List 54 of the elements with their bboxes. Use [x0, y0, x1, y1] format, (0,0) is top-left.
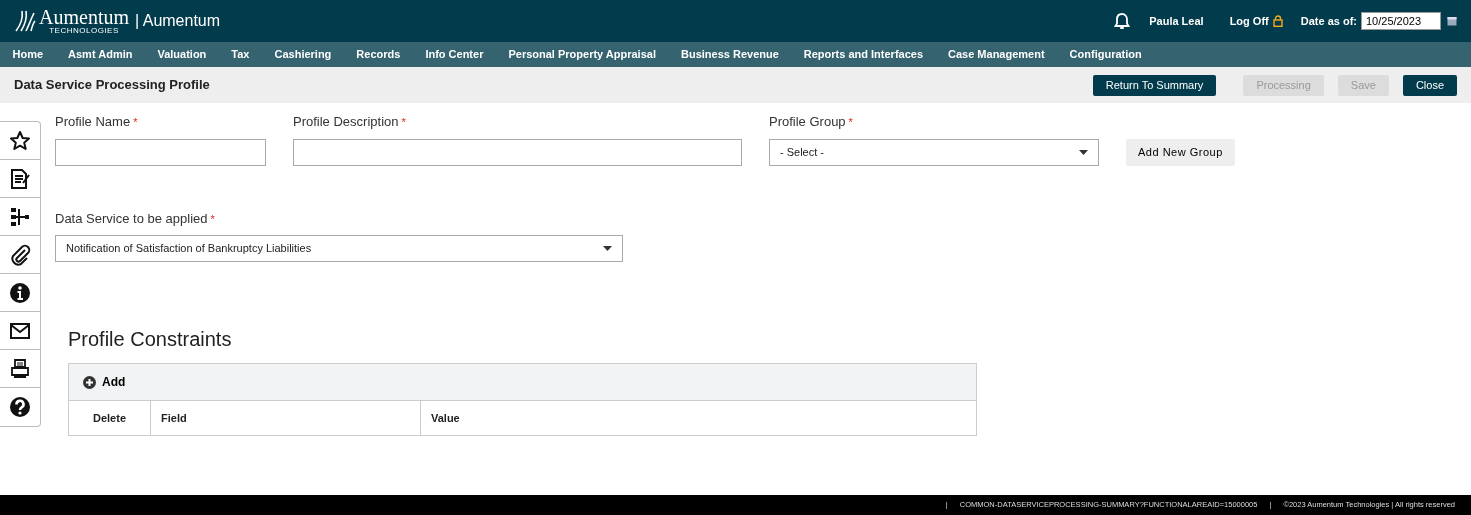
required-mark: *	[133, 116, 138, 128]
logo-subtext: TECHNOLOGIES	[48, 25, 120, 35]
nav-link[interactable]: Valuation	[144, 46, 219, 63]
select-field[interactable]: - Select -	[769, 138, 1099, 166]
paperclip-icon[interactable]	[9, 243, 31, 266]
action-button[interactable]: Close	[1402, 74, 1457, 96]
user-link[interactable]: Paula Leal	[1149, 12, 1204, 30]
star-icon[interactable]	[9, 129, 31, 152]
nav-link[interactable]: Records	[343, 46, 413, 63]
label-text: Profile Description	[293, 114, 399, 129]
action-button[interactable]: Return To Summary	[1092, 74, 1217, 96]
label-text: Profile Name	[55, 114, 131, 129]
text-field[interactable]	[55, 138, 266, 166]
caret-icon	[1079, 149, 1088, 155]
column-header: Value	[430, 410, 461, 426]
required-mark: *	[210, 212, 215, 225]
hierarchy-icon[interactable]	[9, 205, 31, 228]
nav-link[interactable]: Info Center	[412, 46, 496, 63]
logo-text: Aumentum	[39, 7, 129, 26]
nav-link[interactable]: Tax	[218, 46, 262, 63]
text-field[interactable]	[293, 138, 742, 166]
required-mark: *	[401, 116, 406, 128]
help-icon[interactable]	[9, 396, 31, 418]
date-label: Date as of:	[1300, 13, 1357, 29]
nav-link[interactable]: Asmt Admin	[55, 46, 145, 63]
caret-icon	[603, 246, 612, 251]
nav-link[interactable]: Cashiering	[262, 46, 344, 63]
bell-icon[interactable]	[1113, 12, 1132, 30]
add-button[interactable]: Add	[83, 373, 126, 391]
logoff-link[interactable]: Log Off	[1229, 12, 1269, 30]
nav-link[interactable]: Home	[0, 46, 56, 63]
nav-link[interactable]: Business Revenue	[668, 46, 792, 63]
info-icon[interactable]	[9, 281, 31, 304]
nav-link[interactable]: Case Management	[935, 46, 1058, 63]
section-title: Profile Constraints	[68, 327, 233, 352]
plus-circle-icon	[83, 375, 96, 389]
label-text: Data Service to be applied	[55, 210, 208, 226]
lock-icon	[1272, 15, 1283, 27]
calendar-icon[interactable]	[1447, 16, 1457, 26]
date-field[interactable]: 10/25/2023	[1361, 12, 1441, 30]
nav-link[interactable]: Configuration	[1057, 46, 1155, 63]
nav-link[interactable]: Personal Property Appraisal	[495, 46, 669, 63]
column-header: Field	[151, 401, 421, 435]
logo-icon	[14, 9, 36, 33]
required-mark: *	[848, 116, 853, 128]
label-text: Profile Group	[769, 114, 846, 129]
printer-icon[interactable]	[9, 357, 31, 380]
add-group-button[interactable]: Add New Group	[1126, 138, 1235, 166]
column-header: Delete	[69, 401, 151, 435]
nav-link[interactable]: Reports and Interfaces	[791, 46, 936, 63]
app-title: | Aumentum	[135, 11, 221, 31]
edit-document-icon[interactable]	[9, 167, 31, 190]
select-field[interactable]: Notification of Satisfaction of Bankruptcy Liabilities	[55, 235, 623, 262]
page-title: Data Service Processing Profile	[14, 76, 210, 95]
